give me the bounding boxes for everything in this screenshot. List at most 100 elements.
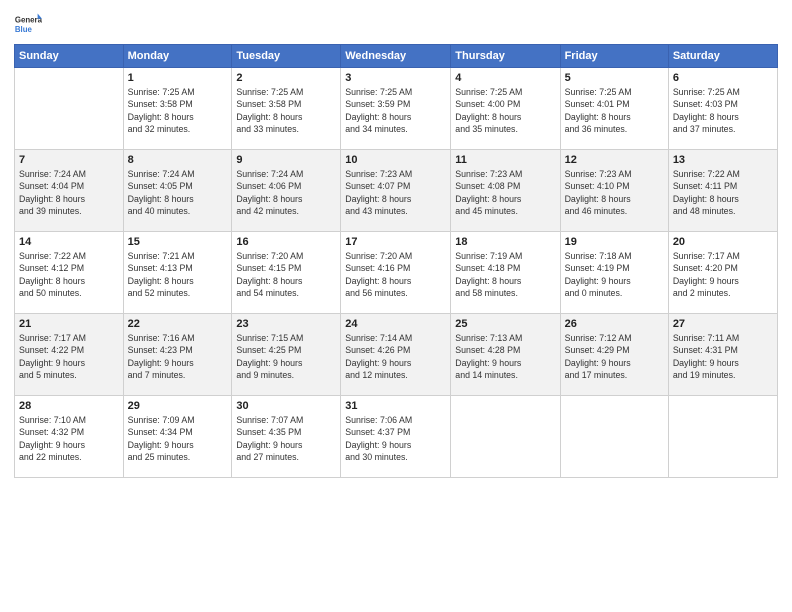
day-cell: 3Sunrise: 7:25 AM Sunset: 3:59 PM Daylig…: [341, 68, 451, 150]
day-number: 1: [128, 72, 228, 84]
day-number: 11: [455, 154, 555, 166]
day-number: 24: [345, 318, 446, 330]
col-header-friday: Friday: [560, 45, 668, 68]
day-cell: [451, 396, 560, 478]
col-header-sunday: Sunday: [15, 45, 124, 68]
day-number: 18: [455, 236, 555, 248]
day-number: 19: [565, 236, 664, 248]
col-header-wednesday: Wednesday: [341, 45, 451, 68]
day-detail: Sunrise: 7:19 AM Sunset: 4:18 PM Dayligh…: [455, 250, 555, 299]
day-cell: 10 Sunrise: 7:23 AM Sunset: 4:07 PM Dayli…: [341, 150, 451, 232]
day-detail: Sunrise: 7:16 AM Sunset: 4:23 PM Dayligh…: [128, 332, 228, 381]
day-cell: 20Sunrise: 7:17 AM Sunset: 4:20 PM Dayli…: [668, 232, 777, 314]
day-cell: 1Sunrise: 7:25 AM Sunset: 3:58 PM Daylig…: [123, 68, 232, 150]
day-detail: Sunrise: 7:20 AM Sunset: 4:15 PM Dayligh…: [236, 250, 336, 299]
day-cell: 26 Sunrise: 7:12 AM Sunset: 4:29 PM Dayli…: [560, 314, 668, 396]
day-number: 23: [236, 318, 336, 330]
day-number: 2: [236, 72, 336, 84]
day-cell: 6 Sunrise: 7:25 AM Sunset: 4:03 PM Daylig…: [668, 68, 777, 150]
day-detail: Sunrise: 7:22 AM Sunset: 4:12 PM Dayligh…: [19, 250, 119, 299]
svg-text:Blue: Blue: [15, 25, 33, 34]
day-cell: 13Sunrise: 7:22 AM Sunset: 4:11 PM Dayli…: [668, 150, 777, 232]
day-number: 7: [19, 154, 119, 166]
day-number: 6: [673, 72, 773, 84]
day-cell: [668, 396, 777, 478]
col-header-saturday: Saturday: [668, 45, 777, 68]
day-number: 30: [236, 400, 336, 412]
day-cell: 4Sunrise: 7:25 AM Sunset: 4:00 PM Daylig…: [451, 68, 560, 150]
week-row-2: 7 Sunrise: 7:24 AM Sunset: 4:04 PM Daylig…: [15, 150, 778, 232]
day-detail: Sunrise: 7:25 AM Sunset: 4:01 PM Dayligh…: [565, 86, 664, 135]
day-detail: Sunrise: 7:24 AM Sunset: 4:04 PM Dayligh…: [19, 168, 119, 217]
day-detail: Sunrise: 7:17 AM Sunset: 4:22 PM Dayligh…: [19, 332, 119, 381]
day-number: 21: [19, 318, 119, 330]
day-cell: 28 Sunrise: 7:10 AM Sunset: 4:32 PM Dayli…: [15, 396, 124, 478]
day-cell: 24 Sunrise: 7:14 AM Sunset: 4:26 PM Dayli…: [341, 314, 451, 396]
day-detail: Sunrise: 7:12 AM Sunset: 4:29 PM Dayligh…: [565, 332, 664, 381]
day-number: 9: [236, 154, 336, 166]
header-row: SundayMondayTuesdayWednesdayThursdayFrid…: [15, 45, 778, 68]
day-number: 14: [19, 236, 119, 248]
day-cell: 21 Sunrise: 7:17 AM Sunset: 4:22 PM Dayli…: [15, 314, 124, 396]
day-detail: Sunrise: 7:15 AM Sunset: 4:25 PM Dayligh…: [236, 332, 336, 381]
day-detail: Sunrise: 7:24 AM Sunset: 4:05 PM Dayligh…: [128, 168, 228, 217]
day-cell: 8 Sunrise: 7:24 AM Sunset: 4:05 PM Daylig…: [123, 150, 232, 232]
day-number: 17: [345, 236, 446, 248]
calendar-table: SundayMondayTuesdayWednesdayThursdayFrid…: [14, 44, 778, 478]
day-cell: 9Sunrise: 7:24 AM Sunset: 4:06 PM Daylig…: [232, 150, 341, 232]
day-detail: Sunrise: 7:22 AM Sunset: 4:11 PM Dayligh…: [673, 168, 773, 217]
day-number: 28: [19, 400, 119, 412]
day-cell: 16 Sunrise: 7:20 AM Sunset: 4:15 PM Dayli…: [232, 232, 341, 314]
day-detail: Sunrise: 7:20 AM Sunset: 4:16 PM Dayligh…: [345, 250, 446, 299]
day-detail: Sunrise: 7:23 AM Sunset: 4:10 PM Dayligh…: [565, 168, 664, 217]
day-cell: 18 Sunrise: 7:19 AM Sunset: 4:18 PM Dayli…: [451, 232, 560, 314]
day-detail: Sunrise: 7:23 AM Sunset: 4:07 PM Dayligh…: [345, 168, 446, 217]
day-number: 4: [455, 72, 555, 84]
day-number: 8: [128, 154, 228, 166]
day-detail: Sunrise: 7:18 AM Sunset: 4:19 PM Dayligh…: [565, 250, 664, 299]
week-row-3: 14 Sunrise: 7:22 AM Sunset: 4:12 PM Dayli…: [15, 232, 778, 314]
calendar-body: 1 Sunrise: 7:25 AM Sunset: 3:58 PM Daylig…: [15, 68, 778, 478]
day-cell: 15Sunrise: 7:21 AM Sunset: 4:13 PM Dayli…: [123, 232, 232, 314]
day-number: 10: [345, 154, 446, 166]
day-cell: [560, 396, 668, 478]
week-row-5: 28 Sunrise: 7:10 AM Sunset: 4:32 PM Dayli…: [15, 396, 778, 478]
day-number: 31: [345, 400, 446, 412]
day-number: 26: [565, 318, 664, 330]
day-cell: 14 Sunrise: 7:22 AM Sunset: 4:12 PM Dayli…: [15, 232, 124, 314]
page-container: General Blue SundayMondayTuesdayWednesda…: [0, 0, 792, 486]
day-detail: Sunrise: 7:13 AM Sunset: 4:28 PM Dayligh…: [455, 332, 555, 381]
col-header-monday: Monday: [123, 45, 232, 68]
day-cell: 27Sunrise: 7:11 AM Sunset: 4:31 PM Dayli…: [668, 314, 777, 396]
day-cell: 2 Sunrise: 7:25 AM Sunset: 3:58 PM Daylig…: [232, 68, 341, 150]
day-number: 29: [128, 400, 228, 412]
week-row-4: 21 Sunrise: 7:17 AM Sunset: 4:22 PM Dayli…: [15, 314, 778, 396]
day-number: 12: [565, 154, 664, 166]
day-detail: Sunrise: 7:10 AM Sunset: 4:32 PM Dayligh…: [19, 414, 119, 463]
day-detail: Sunrise: 7:25 AM Sunset: 3:58 PM Dayligh…: [236, 86, 336, 135]
day-cell: [15, 68, 124, 150]
day-cell: 17 Sunrise: 7:20 AM Sunset: 4:16 PM Dayli…: [341, 232, 451, 314]
day-detail: Sunrise: 7:25 AM Sunset: 4:03 PM Dayligh…: [673, 86, 773, 135]
day-number: 25: [455, 318, 555, 330]
day-cell: 31 Sunrise: 7:06 AM Sunset: 4:37 PM Dayli…: [341, 396, 451, 478]
day-number: 16: [236, 236, 336, 248]
day-cell: 5 Sunrise: 7:25 AM Sunset: 4:01 PM Daylig…: [560, 68, 668, 150]
day-number: 5: [565, 72, 664, 84]
day-cell: 19 Sunrise: 7:18 AM Sunset: 4:19 PM Dayli…: [560, 232, 668, 314]
col-header-thursday: Thursday: [451, 45, 560, 68]
day-cell: 30Sunrise: 7:07 AM Sunset: 4:35 PM Dayli…: [232, 396, 341, 478]
day-detail: Sunrise: 7:23 AM Sunset: 4:08 PM Dayligh…: [455, 168, 555, 217]
day-cell: 12 Sunrise: 7:23 AM Sunset: 4:10 PM Dayli…: [560, 150, 668, 232]
day-detail: Sunrise: 7:06 AM Sunset: 4:37 PM Dayligh…: [345, 414, 446, 463]
day-cell: 11 Sunrise: 7:23 AM Sunset: 4:08 PM Dayli…: [451, 150, 560, 232]
day-detail: Sunrise: 7:14 AM Sunset: 4:26 PM Dayligh…: [345, 332, 446, 381]
day-cell: 22Sunrise: 7:16 AM Sunset: 4:23 PM Dayli…: [123, 314, 232, 396]
logo: General Blue: [14, 10, 44, 38]
week-row-1: 1 Sunrise: 7:25 AM Sunset: 3:58 PM Daylig…: [15, 68, 778, 150]
day-cell: 7 Sunrise: 7:24 AM Sunset: 4:04 PM Daylig…: [15, 150, 124, 232]
day-number: 20: [673, 236, 773, 248]
day-detail: Sunrise: 7:11 AM Sunset: 4:31 PM Dayligh…: [673, 332, 773, 381]
day-detail: Sunrise: 7:09 AM Sunset: 4:34 PM Dayligh…: [128, 414, 228, 463]
day-cell: 23 Sunrise: 7:15 AM Sunset: 4:25 PM Dayli…: [232, 314, 341, 396]
